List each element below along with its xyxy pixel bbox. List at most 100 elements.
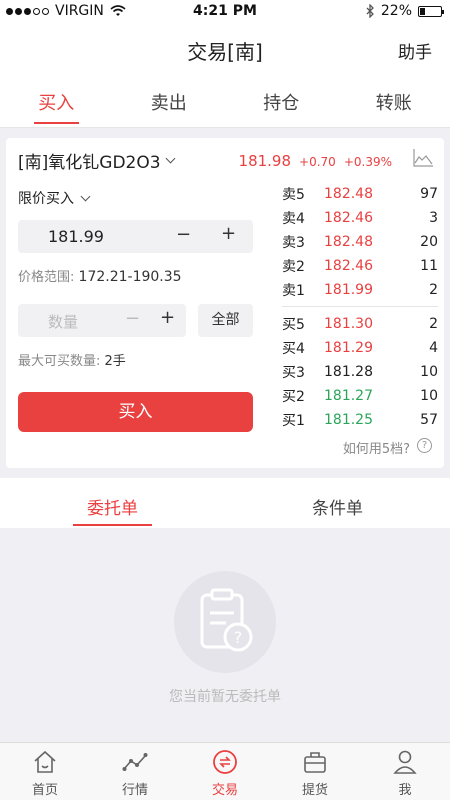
quantity-stepper: 数量 − +: [18, 304, 186, 337]
last-price: 181.98: [238, 152, 292, 170]
price-plus-button[interactable]: +: [221, 223, 236, 244]
order-list-tabs: 委托单 条件单: [0, 478, 450, 528]
tab-sell[interactable]: 卖出: [113, 74, 226, 127]
home-icon: [34, 750, 56, 773]
assistant-button[interactable]: 助手: [398, 38, 432, 63]
order-book-level-label: 卖1: [282, 283, 305, 299]
order-book-level-label: 买5: [282, 317, 305, 333]
order-type-label: 限价买入: [18, 191, 74, 207]
briefcase-icon: [304, 752, 326, 773]
order-book-price: 182.46: [324, 210, 373, 226]
tabbar-home[interactable]: 首页: [0, 743, 90, 800]
buy-button[interactable]: 买入: [18, 392, 253, 432]
price-input[interactable]: 181.99: [48, 227, 104, 246]
price-stepper: 181.99 − +: [18, 220, 253, 253]
order-book-quantity: 3: [429, 210, 438, 226]
order-book: 卖5 182.48 97 卖4 182.46 3 卖3 182.48 20 卖2 182.46 11 卖…: [282, 182, 438, 432]
order-card: [南]氧化钆GD2O3 181.98 +0.70 +0.39% 限价买入 181…: [6, 138, 444, 468]
order-book-quantity: 2: [429, 316, 438, 332]
trade-tabs: 买入 卖出 持仓 转账: [0, 74, 450, 128]
status-bar: VIRGIN 4:21 PM 22%: [0, 0, 450, 24]
product-selector[interactable]: [南]氧化钆GD2O3: [18, 148, 175, 173]
product-name: [南]氧化钆GD2O3: [18, 153, 161, 173]
order-book-row[interactable]: 卖1 181.99 2: [282, 278, 438, 302]
order-book-divider: [282, 306, 438, 307]
product-quote: 181.98 +0.70 +0.39%: [239, 152, 392, 170]
quantity-input[interactable]: 数量: [48, 311, 78, 332]
tab-positions[interactable]: 持仓: [225, 74, 338, 127]
order-book-quantity: 2: [429, 282, 438, 298]
tab-conditional-orders[interactable]: 条件单: [225, 478, 450, 528]
trade-icon: [213, 750, 237, 774]
tabbar-pickup[interactable]: 提货: [270, 743, 360, 800]
svg-text:?: ?: [234, 628, 243, 647]
quantity-plus-button[interactable]: +: [160, 307, 175, 328]
tab-orders[interactable]: 委托单: [0, 478, 225, 528]
order-book-row[interactable]: 卖2 182.46 11: [282, 254, 438, 278]
battery-percent: 22%: [380, 3, 412, 19]
order-book-level-label: 买2: [282, 389, 305, 405]
order-book-row[interactable]: 买2 181.27 10: [282, 384, 438, 408]
ask-list: 卖5 182.48 97 卖4 182.46 3 卖3 182.48 20 卖2 182.46 11 卖…: [282, 182, 438, 302]
order-book-level-label: 卖2: [282, 259, 305, 275]
order-book-price: 181.28: [324, 364, 373, 380]
order-book-quantity: 10: [420, 388, 438, 404]
order-book-level-label: 买4: [282, 341, 305, 357]
order-book-level-label: 卖4: [282, 211, 305, 227]
order-book-row[interactable]: 买5 181.30 2: [282, 312, 438, 336]
order-book-price: 181.25: [324, 412, 373, 428]
price-minus-button[interactable]: −: [176, 224, 191, 245]
tabbar-label: 行情: [121, 783, 148, 798]
order-book-level-label: 买1: [282, 413, 305, 429]
order-book-quantity: 20: [420, 234, 438, 250]
order-book-row[interactable]: 买4 181.29 4: [282, 336, 438, 360]
max-buy: 最大可买数量: 2手: [18, 350, 126, 369]
order-book-price: 182.48: [324, 186, 373, 202]
bluetooth-icon: [366, 4, 374, 18]
tab-buy[interactable]: 买入: [0, 74, 113, 127]
tabbar-label: 我: [398, 783, 412, 798]
order-book-row[interactable]: 卖3 182.48 20: [282, 230, 438, 254]
all-quantity-button[interactable]: 全部: [198, 304, 253, 337]
status-right: 22%: [366, 3, 444, 19]
tabbar-label: 首页: [31, 783, 58, 798]
order-book-quantity: 97: [420, 186, 438, 202]
order-book-help-link[interactable]: 如何用5档?: [343, 438, 410, 457]
max-buy-value: 2手: [104, 354, 126, 369]
order-book-row[interactable]: 卖5 182.48 97: [282, 182, 438, 206]
empty-state-text: 您当前暂无委托单: [169, 689, 281, 705]
question-icon[interactable]: ?: [417, 438, 432, 453]
quantity-minus-button[interactable]: −: [125, 308, 140, 329]
order-book-row[interactable]: 买3 181.28 10: [282, 360, 438, 384]
order-book-level-label: 买3: [282, 365, 305, 381]
order-book-quantity: 10: [420, 364, 438, 380]
max-buy-label: 最大可买数量:: [18, 354, 101, 369]
tabbar-label: 提货: [301, 783, 328, 798]
order-book-price: 182.48: [324, 234, 373, 250]
user-icon: [393, 750, 417, 774]
order-type-selector[interactable]: 限价买入: [18, 188, 91, 208]
price-range-label: 价格范围:: [18, 270, 75, 285]
order-book-row[interactable]: 卖4 182.46 3: [282, 206, 438, 230]
order-book-quantity: 57: [420, 412, 438, 428]
chevron-down-icon: [165, 153, 175, 164]
order-book-price: 182.46: [324, 258, 373, 274]
tabbar-market[interactable]: 行情: [90, 743, 180, 800]
page-title: 交易[南]: [187, 40, 263, 64]
order-book-price: 181.29: [324, 340, 373, 356]
order-book-price: 181.30: [324, 316, 373, 332]
price-change-percent: +0.39%: [343, 155, 392, 169]
bid-list: 买5 181.30 2 买4 181.29 4 买3 181.28 10 买2 181.27 10 买1…: [282, 312, 438, 432]
battery-icon: [418, 5, 444, 17]
bottom-tab-bar: 首页 行情 交易 提货 我: [0, 742, 450, 800]
order-book-price: 181.99: [324, 282, 373, 298]
order-book-level-label: 卖3: [282, 235, 305, 251]
price-range: 价格范围: 172.21-190.35: [18, 266, 182, 285]
tabbar-trade[interactable]: 交易: [180, 743, 270, 800]
order-book-quantity: 11: [420, 258, 438, 274]
market-trend-icon: [122, 753, 148, 771]
order-book-row[interactable]: 买1 181.25 57: [282, 408, 438, 432]
chart-icon[interactable]: [412, 148, 434, 168]
tabbar-me[interactable]: 我: [360, 743, 450, 800]
tab-transfer[interactable]: 转账: [338, 74, 450, 127]
